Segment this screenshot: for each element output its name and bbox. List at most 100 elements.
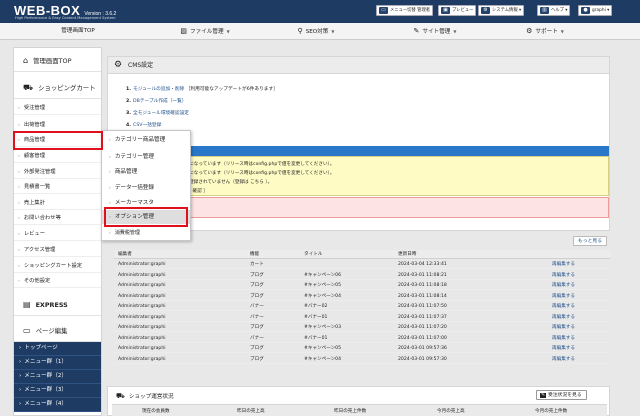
- table-cell: 2024-03-01 09:57:30: [398, 356, 447, 362]
- cart-icon: ⛟: [23, 83, 34, 92]
- cms-link-db-tables[interactable]: 2. DBテーブル作成（一覧）: [126, 98, 186, 104]
- re-edit-link[interactable]: 再編集する: [552, 302, 575, 311]
- table-cell: Administrator:graphi: [118, 262, 166, 267]
- warning-line: 設定になっています（リリース時はconfig.phpで値を変更してください）。: [180, 162, 335, 167]
- table-cell: Administrator:graphi: [118, 272, 166, 278]
- table-cell: 2024-03-01 11:08:21: [398, 272, 447, 278]
- table-cell: 2024-03-04 12:33:41: [398, 262, 447, 267]
- truck-icon: ⛟: [116, 392, 125, 400]
- more-button[interactable]: もっと見る: [573, 236, 607, 246]
- sidebar-menu-group-3[interactable]: › メニュー群（3）: [14, 384, 101, 398]
- sidebar-item-quotes[interactable]: › 見積書一覧: [14, 180, 101, 194]
- dropdown-item-bulk-data[interactable]: › データ一括登録: [102, 181, 190, 195]
- nav-admin-top[interactable]: 管理画面TOP: [30, 23, 126, 40]
- sidebar-item-reviews[interactable]: › レビュー: [14, 227, 101, 241]
- menu-switch-button[interactable]: ▭ メニュー切替 管理者: [376, 5, 434, 16]
- dropdown-item-tax[interactable]: › 消費税管理: [102, 226, 190, 240]
- scrollbar[interactable]: [627, 40, 640, 416]
- re-edit-link[interactable]: 再編集する: [552, 334, 575, 343]
- sidebar-admin-top[interactable]: ⌂ 管理画面TOP: [14, 50, 101, 72]
- sidebar-page-top[interactable]: › トップページ: [14, 342, 101, 356]
- cms-link-csv[interactable]: 4. CSV一括登録: [126, 122, 161, 128]
- table-cell: ブログ: [250, 325, 264, 330]
- table-cell: #キャンペーン03: [304, 325, 342, 330]
- table-row: Administrator:graphi ブログ #キャンペーン04 2024-03-…: [114, 355, 610, 364]
- user-menu-button[interactable]: ● graphi ▾: [578, 5, 613, 16]
- re-edit-link[interactable]: 再編集する: [552, 292, 575, 301]
- nav-seo[interactable]: ⚲ SEO対策 ▼: [278, 23, 354, 40]
- warning-line: 設定になっています（リリース時はconfig.phpで値を変更してください）。: [180, 171, 335, 176]
- table-row: Administrator:graphi ブログ #キャンペーン06 2024-03-…: [114, 271, 610, 280]
- table-cell: 2024-03-01 11:08:14: [398, 293, 447, 299]
- sidebar-menu-group-1[interactable]: › メニュー群（1）: [14, 356, 101, 370]
- sidebar-item-customers[interactable]: › 顧客管理: [14, 149, 101, 163]
- sidebar-item-shipping[interactable]: › 出荷管理: [14, 118, 101, 132]
- system-info-button[interactable]: ⚙ システム情報 ▾: [478, 5, 525, 16]
- shop-status-title: ⛟ ショップ運営状況: [116, 392, 174, 400]
- main-nav: 管理画面TOP ▨ ファイル管理 ▼ ⚲ SEO対策 ▼ ✎ サイト管理 ▼ ⚙ サポート ▼: [0, 23, 640, 40]
- table-cell: Administrator:graphi: [118, 346, 166, 351]
- notice-bar: [119, 146, 609, 156]
- re-edit-link[interactable]: 再編集する: [552, 271, 575, 280]
- warning-line: 制が登録されていません（登録は こちら ）。: [180, 180, 273, 185]
- table-row: Administrator:graphi バナー #バナー01 2024-03-01 …: [114, 313, 610, 322]
- table-cell: #キャンペーン05: [304, 283, 342, 288]
- table-cell: カート: [250, 262, 264, 267]
- nav-support[interactable]: ⚙ サポート ▼: [510, 23, 580, 40]
- table-row: Administrator:graphi カート 2024-03-04 12:33:…: [114, 260, 610, 270]
- re-edit-link[interactable]: 再編集する: [552, 355, 575, 364]
- table-cell: #バナー01: [304, 335, 328, 341]
- top-header: WEB-BOX Version : 3.6.2 High Performance …: [0, 0, 640, 23]
- shop-status-panel: ⛟ ショップ運営状況 ✎ 受注状況を見る 現在の会員数 昨日の売上高 昨日の売上件数…: [107, 386, 610, 416]
- table-cell: Administrator:graphi: [118, 283, 166, 288]
- table-cell: 2024-03-01 11:07:37: [398, 314, 447, 320]
- table-header: 編集者 機能 タイトル 更新日時: [114, 250, 610, 260]
- re-edit-link[interactable]: 再編集する: [552, 281, 575, 290]
- dropdown-item-products[interactable]: › 商品管理: [102, 165, 190, 179]
- sidebar-express[interactable]: ▤ EXPRESS: [14, 294, 101, 316]
- table-row: Administrator:graphi バナー #バナー01 2024-03-01 …: [114, 334, 610, 343]
- cms-link-env-check[interactable]: 3. 全モジュール環境確認設定: [126, 110, 189, 116]
- re-edit-link[interactable]: 再編集する: [552, 323, 575, 332]
- view-orders-button[interactable]: ✎ 受注状況を見る: [536, 390, 587, 400]
- re-edit-link[interactable]: 再編集する: [552, 344, 575, 353]
- table-cell: Administrator:graphi: [118, 356, 166, 362]
- table-cell: Administrator:graphi: [118, 325, 166, 330]
- chevron-down-icon: ▼: [560, 29, 564, 34]
- dropdown-item-category-products[interactable]: › カテゴリー商品管理: [102, 133, 190, 147]
- table-cell: バナー: [250, 314, 264, 320]
- sidebar: ⌂ 管理画面TOP ⛟ ショッピングカート › 受注管理 › 出荷管理 › 商品管理 › 顧…: [13, 47, 102, 416]
- warning-box: 設定になっています（リリース時はconfig.phpで値を変更してください）。 …: [119, 156, 609, 196]
- table-cell: 2024-03-01 11:08:18: [398, 283, 447, 288]
- re-edit-link[interactable]: 再編集する: [552, 313, 575, 322]
- nav-file-management[interactable]: ▨ ファイル管理 ▼: [160, 23, 250, 40]
- page-icon: ▭: [23, 326, 31, 335]
- nav-site-management[interactable]: ✎ サイト管理 ▼: [392, 23, 478, 40]
- sidebar-menu-group-4[interactable]: › メニュー群（4）: [14, 398, 101, 412]
- table-cell: #キャンペーン04: [304, 356, 342, 362]
- cms-panel-title: ⚙ CMS設定: [108, 57, 609, 74]
- sidebar-page-edit: ▭ ページ編集: [14, 320, 101, 342]
- gear-icon: ⚙: [526, 27, 533, 35]
- preview-button[interactable]: ▣ プレビュー: [438, 5, 477, 16]
- sidebar-item-orders[interactable]: › 受注管理: [14, 101, 101, 115]
- sidebar-item-other-settings[interactable]: › その他設定: [14, 274, 101, 288]
- cms-link-modules[interactable]: 1. モジュールの追加・削除 ［利用可能なアップデートが6件あります］: [126, 86, 278, 92]
- help-button[interactable]: ▥ ヘルプ ▾: [537, 5, 571, 16]
- table-cell: ブログ: [250, 293, 264, 299]
- table-cell: #バナー02: [304, 304, 328, 309]
- table-row: Administrator:graphi ブログ #キャンペーン05 2024-03-…: [114, 281, 610, 291]
- sidebar-item-cart-settings[interactable]: › ショッピングカート設定: [14, 259, 101, 273]
- sidebar-item-inquiries[interactable]: › お問い合わせ等: [14, 211, 101, 225]
- table-cell: 2024-03-01 11:07:20: [398, 325, 447, 330]
- sidebar-item-external-orders[interactable]: › 外部発注管理: [14, 165, 101, 179]
- sidebar-item-access[interactable]: › アクセス管理: [14, 243, 101, 257]
- dropdown-item-category[interactable]: › カテゴリー管理: [102, 150, 190, 164]
- sidebar-menu-group-2[interactable]: › メニュー群（2）: [14, 370, 101, 384]
- seo-icon: ⚲: [297, 27, 303, 35]
- re-edit-link[interactable]: 再編集する: [552, 260, 575, 269]
- highlight-products-box: [13, 131, 103, 150]
- sidebar-section-cart: ⛟ ショッピングカート: [14, 77, 101, 99]
- sidebar-item-sales[interactable]: › 売上集計: [14, 196, 101, 210]
- alert-box: ん。: [119, 197, 609, 218]
